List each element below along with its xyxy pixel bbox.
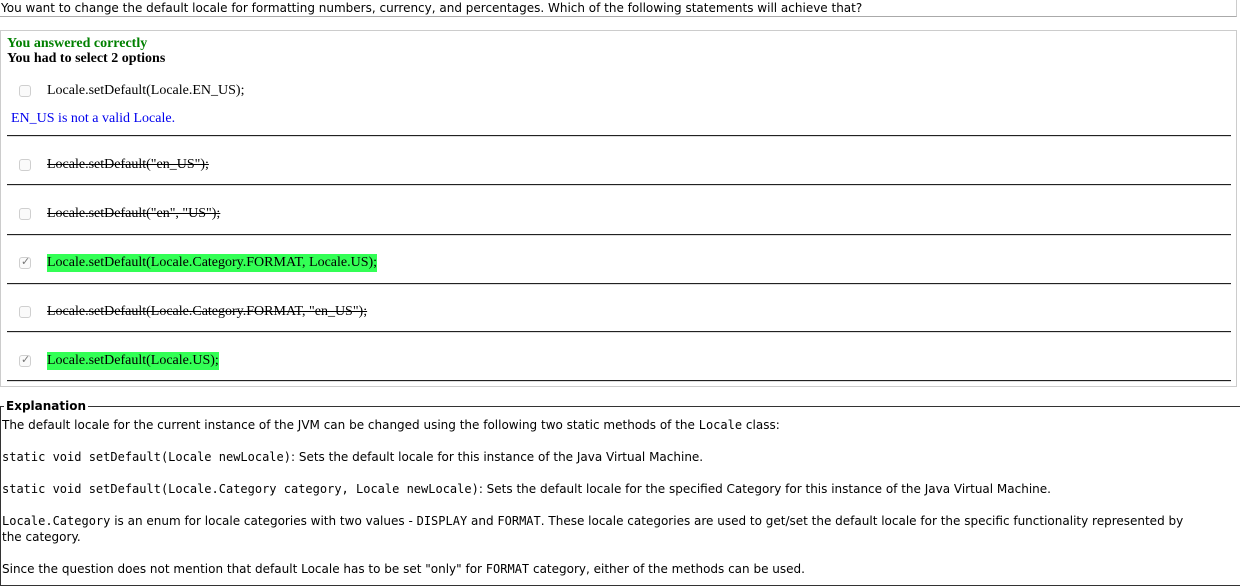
explanation-paragraph: Locale.Category is an enum for locale ca… (2, 514, 1184, 544)
answer-panel: You answered correctly You had to select… (0, 30, 1237, 387)
result-status: You answered correctly (7, 36, 148, 51)
checkmark-icon: ✓ (21, 353, 31, 366)
option-label: Locale.setDefault(Locale.Category.FORMAT… (47, 254, 378, 272)
option-checkbox[interactable] (19, 208, 31, 220)
option-label: Locale.setDefault(Locale.Category.FORMAT… (47, 304, 368, 319)
option-label: Locale.setDefault(Locale.US); (47, 352, 219, 370)
explanation-section: Explanation The default locale for the c… (0, 399, 1240, 586)
question-text: You want to change the default locale fo… (0, 0, 1237, 17)
explanation-paragraph: Since the question does not mention that… (2, 562, 805, 576)
option-checkbox[interactable] (19, 85, 31, 97)
select-instruction: You had to select 2 options (7, 51, 166, 66)
divider (7, 380, 1231, 382)
option-checkbox-checked[interactable]: ✓ (19, 353, 31, 367)
divider (7, 331, 1231, 333)
divider (7, 234, 1231, 236)
checkmark-icon: ✓ (21, 255, 31, 268)
option-checkbox[interactable] (19, 159, 31, 171)
option-feedback: EN_US is not a valid Locale. (11, 111, 176, 126)
option-label: Locale.setDefault(Locale.EN_US); (47, 83, 245, 98)
explanation-paragraph: The default locale for the current insta… (2, 418, 780, 432)
option-checkbox-checked[interactable]: ✓ (19, 255, 31, 269)
explanation-paragraph: static void setDefault(Locale newLocale)… (2, 450, 704, 464)
option-label: Locale.setDefault("en_US"); (47, 157, 209, 172)
divider (7, 283, 1231, 285)
explanation-title: Explanation (4, 399, 89, 413)
divider (7, 184, 1231, 186)
option-label: Locale.setDefault("en", "US"); (47, 206, 221, 221)
divider (7, 135, 1231, 137)
option-checkbox[interactable] (19, 306, 31, 318)
explanation-paragraph: static void setDefault(Locale.Category c… (2, 482, 1051, 496)
